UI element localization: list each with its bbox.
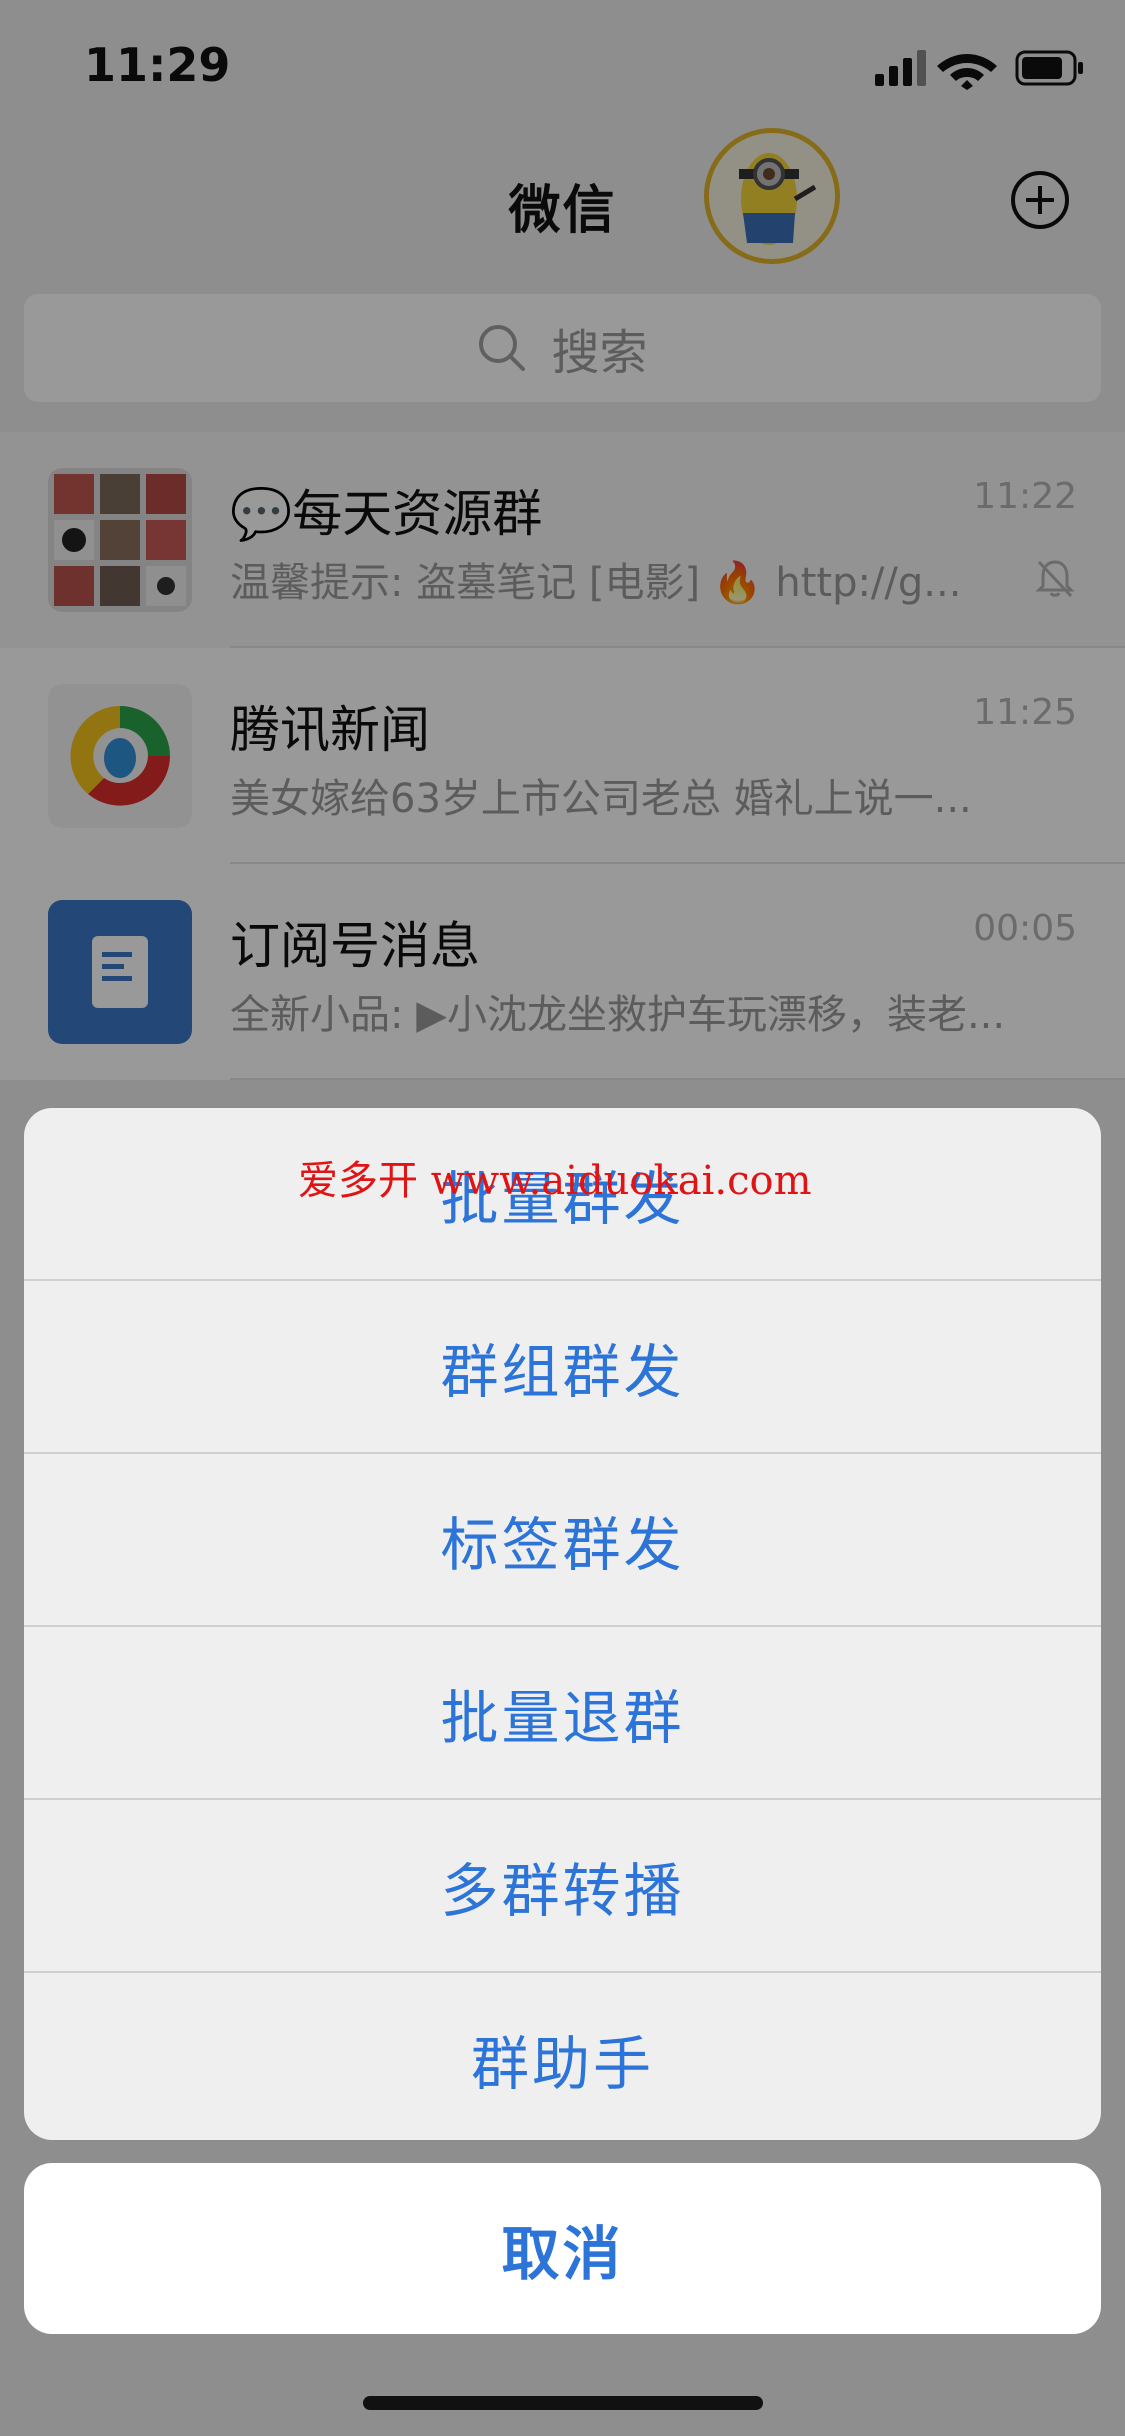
action-tag-send[interactable]: 标签群发 [24, 1454, 1101, 1627]
action-group-send[interactable]: 群组群发 [24, 1281, 1101, 1454]
action-sheet: 批量群发 群组群发 标签群发 批量退群 多群转播 群助手 [24, 1108, 1101, 2140]
action-group-assistant[interactable]: 群助手 [24, 1973, 1101, 2140]
action-multi-group-relay[interactable]: 多群转播 [24, 1800, 1101, 1973]
action-batch-quit-groups[interactable]: 批量退群 [24, 1627, 1101, 1800]
watermark: 爱多开 www.aiduokai.com [298, 1158, 812, 1204]
home-indicator[interactable] [363, 2396, 763, 2410]
cancel-button[interactable]: 取消 [24, 2163, 1101, 2334]
